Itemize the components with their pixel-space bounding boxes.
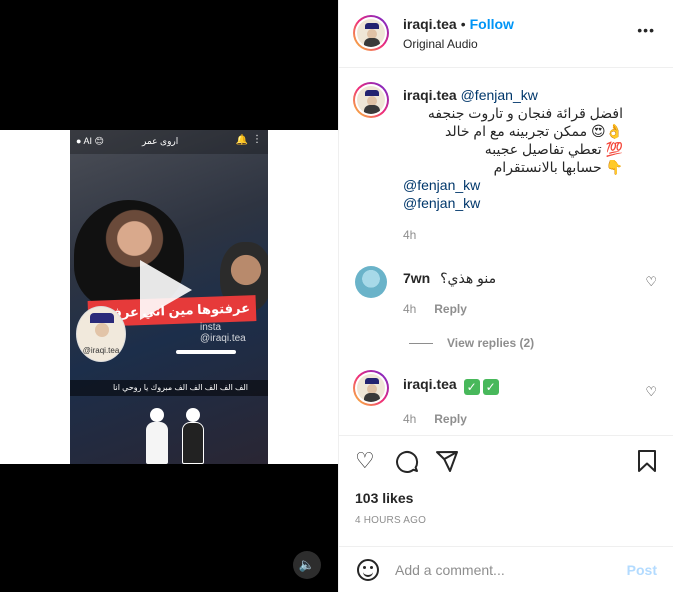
iraqi-tea-logo: @iraqi.tea xyxy=(76,306,126,362)
play-button[interactable] xyxy=(140,260,200,320)
comment-time[interactable]: 4h xyxy=(403,302,416,316)
audio-label[interactable]: Original Audio xyxy=(403,37,478,51)
video-caption-bar: الف الف الف الف الف مبروك يا روحي انا xyxy=(70,380,268,396)
caption-line-4: 👇 حسابها بالانستقرام xyxy=(493,159,623,175)
reply-button[interactable]: Reply xyxy=(434,302,467,316)
author-avatar[interactable] xyxy=(353,15,389,51)
story-more-icon: ⋮ xyxy=(252,134,262,145)
comment-text: منو هذي؟ xyxy=(440,270,497,286)
commenter-avatar[interactable] xyxy=(355,266,387,298)
story-badge: ● AI 😊 xyxy=(76,136,104,146)
comments-area: iraqi.tea @fenjan_kw افضل قرائة فنجان و … xyxy=(339,68,673,436)
view-replies-label[interactable]: View replies (2) xyxy=(447,336,534,350)
bell-icon: 🔔 xyxy=(235,135,248,146)
caption-mention-link-2[interactable]: @fenjan_kw xyxy=(403,194,623,212)
story-username: اروى عمر xyxy=(142,136,179,146)
comment-like-icon[interactable]: ♡ xyxy=(645,274,657,290)
story-top-bar: ● AI 😊 اروى عمر 🔔 ⋮ xyxy=(70,130,268,154)
heart-icon[interactable]: ♡ xyxy=(355,449,375,473)
caption-username[interactable]: iraqi.tea xyxy=(403,87,457,103)
video-progress-bar xyxy=(176,350,236,354)
comment-icon[interactable] xyxy=(395,449,419,478)
video-pane: ● AI 😊 اروى عمر 🔔 ⋮ عرفتوها مين اني عرفت… xyxy=(0,0,338,592)
play-icon xyxy=(140,260,192,320)
caption-avatar[interactable] xyxy=(353,82,389,118)
volume-button[interactable]: 🔈 xyxy=(293,551,321,579)
reply-button[interactable]: Reply xyxy=(434,412,467,426)
caption-line-3: 💯 تعطي تفاصيل عجيبه xyxy=(484,141,623,157)
post-details: iraqi.tea • Follow Original Audio ••• iraq… xyxy=(338,0,673,592)
check-mark-icon: ✓ xyxy=(482,379,499,395)
caption-line-1: افضل قرائة فنجان و تاروت جنجفه xyxy=(427,105,623,121)
bride-groom-figures xyxy=(130,400,220,464)
video-area[interactable]: ● AI 😊 اروى عمر 🔔 ⋮ عرفتوها مين اني عرفت… xyxy=(0,130,338,464)
commenter-avatar[interactable] xyxy=(353,370,389,406)
emoji-icon[interactable] xyxy=(357,559,379,581)
caption-mention[interactable]: @fenjan_kw xyxy=(461,87,538,103)
post-comment-button[interactable]: Post xyxy=(627,562,657,578)
author-username[interactable]: iraqi.tea xyxy=(403,16,457,32)
action-bar: ♡ xyxy=(339,437,673,487)
separator-dot: • xyxy=(460,16,466,32)
bookmark-icon[interactable] xyxy=(637,449,657,478)
comment-time[interactable]: 4h xyxy=(403,412,416,426)
more-horizontal-icon[interactable]: ••• xyxy=(637,22,655,38)
caption-line-2: 👌😍 ممكن تجربينه مع ام خالد xyxy=(444,123,623,139)
logo-text: @iraqi.tea xyxy=(82,346,120,355)
caption-time[interactable]: 4h xyxy=(403,226,623,244)
view-replies-button[interactable]: View replies (2) xyxy=(409,336,534,350)
comment-box: Post xyxy=(339,546,673,592)
post-header: iraqi.tea • Follow Original Audio ••• xyxy=(339,0,673,68)
follow-button[interactable]: Follow xyxy=(470,16,514,32)
share-icon[interactable] xyxy=(435,449,459,478)
comment-username[interactable]: iraqi.tea xyxy=(403,376,457,392)
comment-like-icon[interactable]: ♡ xyxy=(645,384,657,400)
caption-mention-link-1[interactable]: @fenjan_kw xyxy=(403,176,623,194)
volume-icon: 🔈 xyxy=(298,557,316,572)
comment-username[interactable]: 7wn xyxy=(403,270,430,286)
post-time[interactable]: 4 HOURS AGO xyxy=(355,515,426,526)
check-mark-icon: ✓ xyxy=(463,379,480,395)
comment-input[interactable] xyxy=(395,559,615,581)
video-caption: الف الف الف الف الف مبروك يا روحي انا xyxy=(113,383,248,392)
replies-divider xyxy=(409,343,433,345)
video-watermark: insta @iraqi.tea xyxy=(200,322,246,344)
likes-count[interactable]: 103 likes xyxy=(355,490,413,506)
